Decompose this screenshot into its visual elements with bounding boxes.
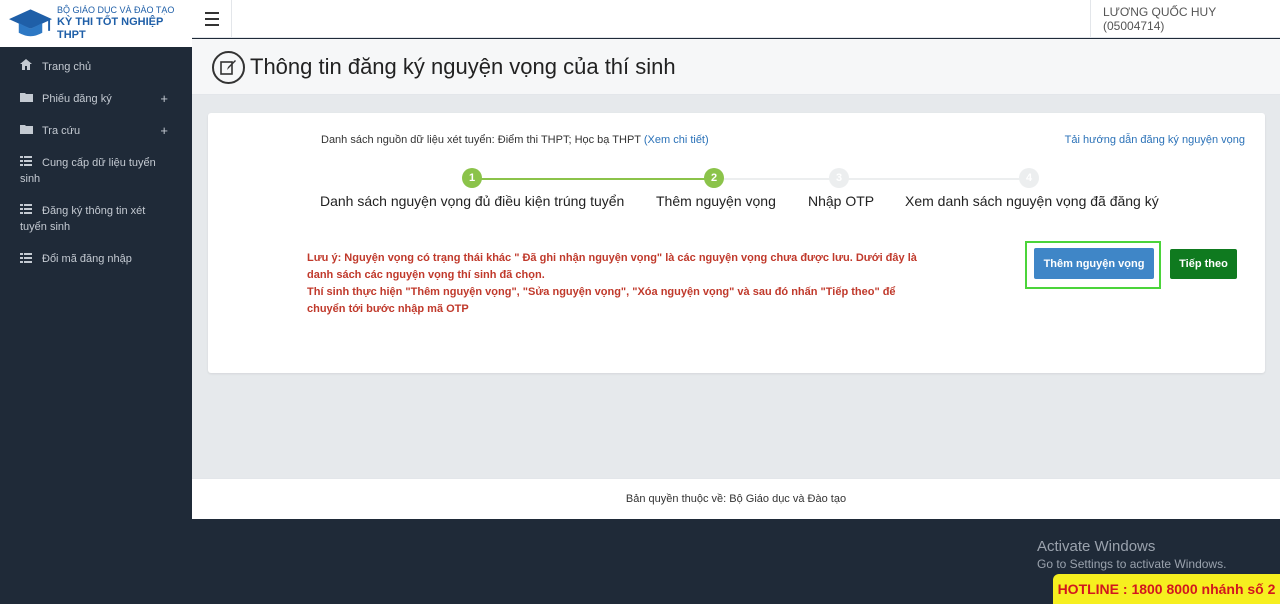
sidebar-item-label: Cung cấp dữ liệu tuyển sinh (20, 157, 156, 186)
sidebar-item-label: Đổi mã đăng nhập (42, 253, 132, 266)
list-icon (20, 252, 34, 268)
main-content: Danh sách nguồn dữ liệu xét tuyển: Điểm … (192, 95, 1280, 478)
brand-line2: KỲ THI TỐT NGHIỆP THPT (57, 15, 164, 41)
folder-icon (20, 91, 34, 107)
download-guide-link[interactable]: Tải hướng dẫn đăng ký nguyện vọng (1065, 134, 1245, 146)
expand-icon[interactable]: + (160, 123, 168, 139)
notice-line-1: Lưu ý: Nguyện vọng có trạng thái khác " … (307, 252, 917, 281)
data-source-line: Danh sách nguồn dữ liệu xét tuyển: Điểm … (321, 134, 709, 146)
graduation-cap-icon (8, 8, 53, 36)
brand-logo[interactable]: BỘ GIÁO DỤC VÀ ĐÀO TẠO KỲ THI TỐT NGHIỆP… (0, 0, 192, 47)
data-source-text: Danh sách nguồn dữ liệu xét tuyển: Điểm … (321, 134, 644, 146)
step-2-label: Thêm nguyện vọng (656, 193, 776, 209)
sidebar-item-label: Tra cứu (42, 125, 81, 138)
sidebar-item-label: Phiếu đăng ký (42, 93, 112, 106)
sidebar: BỘ GIÁO DỤC VÀ ĐÀO TẠO KỲ THI TỐT NGHIỆP… (0, 0, 192, 604)
sidebar-item-register-info[interactable]: Đăng ký thông tin xét tuyển sinh (0, 201, 192, 235)
page-title: Thông tin đăng ký nguyện vọng của thí si… (250, 54, 676, 79)
hamburger-icon (204, 10, 219, 28)
sidebar-menu: Trang chủ Phiếu đăng ký + Tra cứu + Cung… (0, 47, 192, 268)
expand-icon[interactable]: + (160, 91, 168, 107)
step-4-marker: 4 (1019, 168, 1039, 188)
sidebar-item-label: Trang chủ (42, 61, 92, 73)
menu-toggle-button[interactable] (192, 0, 232, 38)
view-details-link[interactable]: (Xem chi tiết) (644, 134, 709, 146)
sidebar-item-lookup[interactable]: Tra cứu + (0, 121, 192, 139)
activate-windows-subtitle: Go to Settings to activate Windows. (1037, 557, 1227, 571)
step-connector-3 (849, 178, 1029, 180)
footer: Bản quyền thuộc về: Bộ Giáo dục và Đào t… (192, 478, 1280, 519)
notice-line-2: Thí sinh thực hiện "Thêm nguyện vọng", "… (307, 286, 896, 315)
home-icon (20, 59, 34, 75)
step-4-label: Xem danh sách nguyện vọng đã đăng ký (905, 193, 1159, 209)
step-1-marker: 1 (462, 168, 482, 188)
sidebar-item-home[interactable]: Trang chủ (0, 57, 192, 75)
folder-icon (20, 123, 34, 139)
edit-icon (212, 51, 245, 84)
sidebar-item-change-login-code[interactable]: Đổi mã đăng nhập (0, 249, 192, 267)
brand-line1: BỘ GIÁO DỤC VÀ ĐÀO TẠO (57, 4, 175, 15)
list-icon (20, 155, 34, 171)
top-header: LƯƠNG QUỐC HUY (05004714) (192, 0, 1280, 38)
step-1-label: Danh sách nguyện vọng đủ điều kiện trúng… (320, 193, 625, 209)
wizard-card: Danh sách nguồn dữ liệu xét tuyển: Điểm … (208, 113, 1265, 373)
step-3-label: Nhập OTP (808, 193, 875, 209)
sidebar-item-provide-data[interactable]: Cung cấp dữ liệu tuyển sinh (0, 153, 192, 187)
sidebar-item-label: Đăng ký thông tin xét tuyển sinh (20, 205, 146, 234)
sidebar-item-registration-form[interactable]: Phiếu đăng ký + (0, 89, 192, 107)
step-2-marker: 2 (704, 168, 724, 188)
user-menu[interactable]: LƯƠNG QUỐC HUY (05004714) (1090, 0, 1280, 38)
hotline-banner[interactable]: HOTLINE : 1800 8000 nhánh số 2 (1053, 574, 1280, 604)
step-3-marker: 3 (829, 168, 849, 188)
list-icon (20, 203, 34, 219)
add-wish-button[interactable]: Thêm nguyện vọng (1034, 248, 1154, 279)
step-connector-1 (472, 178, 714, 180)
activate-windows-title: Activate Windows (1037, 538, 1156, 555)
page-header: Thông tin đăng ký nguyện vọng của thí si… (192, 39, 1280, 95)
next-button[interactable]: Tiếp theo (1170, 249, 1237, 279)
notice-text: Lưu ý: Nguyện vọng có trạng thái khác " … (307, 250, 927, 318)
